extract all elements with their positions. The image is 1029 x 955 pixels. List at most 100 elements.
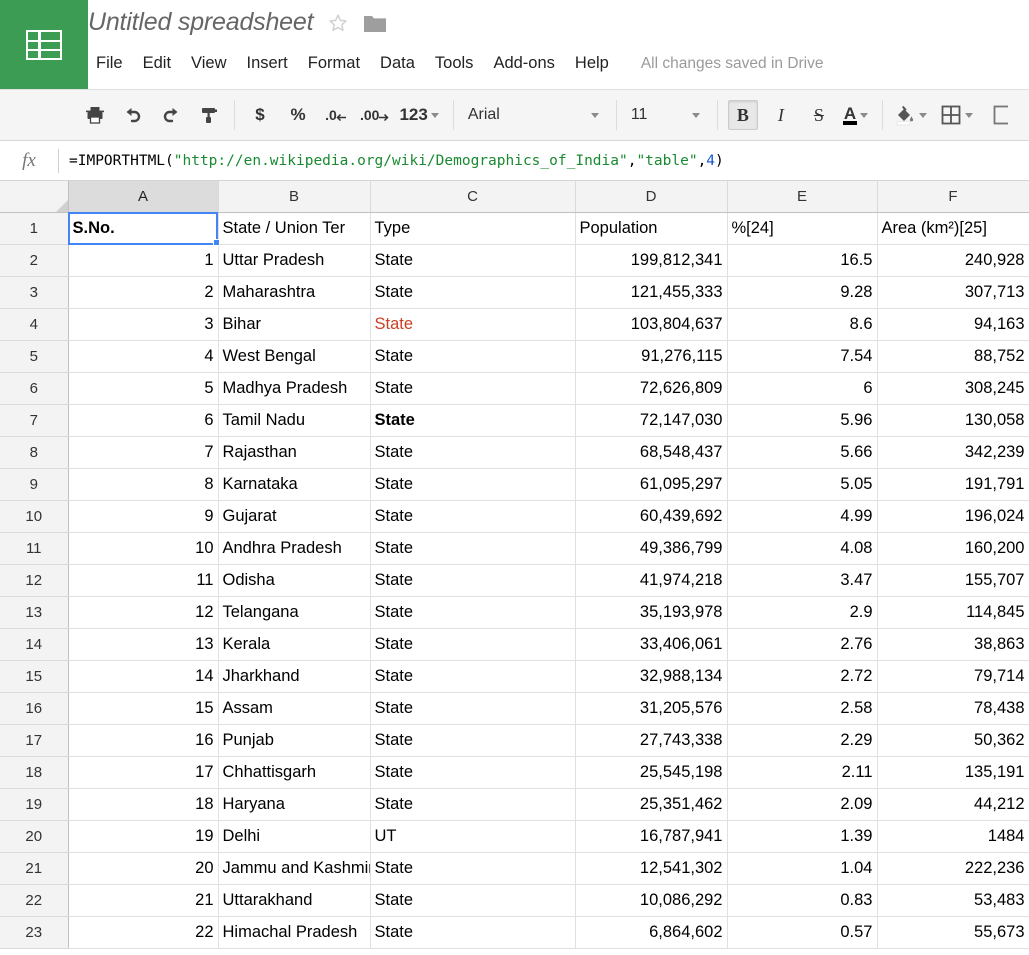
cell-f23[interactable]: 55,673: [877, 916, 1029, 948]
menu-item-file[interactable]: File: [86, 52, 133, 75]
cell-a8[interactable]: 7: [68, 436, 218, 468]
cell-f8[interactable]: 342,239: [877, 436, 1029, 468]
cell-d14[interactable]: 33,406,061: [575, 628, 727, 660]
cell-c7[interactable]: State: [370, 404, 575, 436]
cell-b14[interactable]: Kerala: [218, 628, 370, 660]
menu-item-view[interactable]: View: [181, 52, 236, 75]
row-header[interactable]: 14: [0, 628, 68, 660]
cell-a11[interactable]: 10: [68, 532, 218, 564]
cell-e6[interactable]: 6: [727, 372, 877, 404]
cell-b1[interactable]: State / Union Ter: [218, 212, 370, 244]
cell-a22[interactable]: 21: [68, 884, 218, 916]
cell-f18[interactable]: 135,191: [877, 756, 1029, 788]
cell-f13[interactable]: 114,845: [877, 596, 1029, 628]
cell-f17[interactable]: 50,362: [877, 724, 1029, 756]
cell-d12[interactable]: 41,974,218: [575, 564, 727, 596]
menu-item-addons[interactable]: Add-ons: [483, 52, 564, 75]
cell-c23[interactable]: State: [370, 916, 575, 948]
cell-d22[interactable]: 10,086,292: [575, 884, 727, 916]
cell-c21[interactable]: State: [370, 852, 575, 884]
row-header[interactable]: 13: [0, 596, 68, 628]
cell-c14[interactable]: State: [370, 628, 575, 660]
cell-c2[interactable]: State: [370, 244, 575, 276]
select-all-corner[interactable]: [0, 181, 68, 212]
cell-f3[interactable]: 307,713: [877, 276, 1029, 308]
cell-f1[interactable]: Area (km²)[25]: [877, 212, 1029, 244]
cell-e8[interactable]: 5.66: [727, 436, 877, 468]
row-header[interactable]: 5: [0, 340, 68, 372]
number-format-button[interactable]: 123: [398, 100, 442, 130]
cell-e2[interactable]: 16.5: [727, 244, 877, 276]
row-header[interactable]: 4: [0, 308, 68, 340]
column-header-f[interactable]: F: [877, 181, 1029, 212]
cell-c22[interactable]: State: [370, 884, 575, 916]
row-header[interactable]: 12: [0, 564, 68, 596]
cell-c1[interactable]: Type: [370, 212, 575, 244]
menu-item-tools[interactable]: Tools: [425, 52, 484, 75]
cell-c5[interactable]: State: [370, 340, 575, 372]
italic-button[interactable]: I: [766, 100, 796, 130]
cell-d5[interactable]: 91,276,115: [575, 340, 727, 372]
cell-a1[interactable]: S.No.: [68, 212, 218, 244]
cell-c4[interactable]: State: [370, 308, 575, 340]
cell-b19[interactable]: Haryana: [218, 788, 370, 820]
cell-d16[interactable]: 31,205,576: [575, 692, 727, 724]
cell-f16[interactable]: 78,438: [877, 692, 1029, 724]
cell-b7[interactable]: Tamil Nadu: [218, 404, 370, 436]
cell-a12[interactable]: 11: [68, 564, 218, 596]
cell-d8[interactable]: 68,548,437: [575, 436, 727, 468]
cell-f6[interactable]: 308,245: [877, 372, 1029, 404]
cell-f22[interactable]: 53,483: [877, 884, 1029, 916]
cell-d9[interactable]: 61,095,297: [575, 468, 727, 500]
cell-f19[interactable]: 44,212: [877, 788, 1029, 820]
cell-e22[interactable]: 0.83: [727, 884, 877, 916]
cell-b15[interactable]: Jharkhand: [218, 660, 370, 692]
cell-f20[interactable]: 1484: [877, 820, 1029, 852]
cell-b8[interactable]: Rajasthan: [218, 436, 370, 468]
cell-a6[interactable]: 5: [68, 372, 218, 404]
cell-a23[interactable]: 22: [68, 916, 218, 948]
row-header[interactable]: 21: [0, 852, 68, 884]
cell-c11[interactable]: State: [370, 532, 575, 564]
cell-d20[interactable]: 16,787,941: [575, 820, 727, 852]
cell-e12[interactable]: 3.47: [727, 564, 877, 596]
borders-icon[interactable]: [939, 100, 977, 130]
cell-a14[interactable]: 13: [68, 628, 218, 660]
cell-e20[interactable]: 1.39: [727, 820, 877, 852]
row-header[interactable]: 2: [0, 244, 68, 276]
percent-format-button[interactable]: %: [283, 100, 313, 130]
row-header[interactable]: 9: [0, 468, 68, 500]
row-header[interactable]: 19: [0, 788, 68, 820]
cell-b13[interactable]: Telangana: [218, 596, 370, 628]
row-header[interactable]: 8: [0, 436, 68, 468]
strikethrough-button[interactable]: S: [804, 100, 834, 130]
menu-item-insert[interactable]: Insert: [237, 52, 298, 75]
cell-c9[interactable]: State: [370, 468, 575, 500]
cell-c16[interactable]: State: [370, 692, 575, 724]
cell-c13[interactable]: State: [370, 596, 575, 628]
cell-f10[interactable]: 196,024: [877, 500, 1029, 532]
cell-c19[interactable]: State: [370, 788, 575, 820]
merge-cells-button[interactable]: [985, 100, 1015, 130]
cell-f7[interactable]: 130,058: [877, 404, 1029, 436]
cell-e10[interactable]: 4.99: [727, 500, 877, 532]
cell-d23[interactable]: 6,864,602: [575, 916, 727, 948]
increase-decimal-button[interactable]: .00: [359, 100, 390, 130]
font-size-select[interactable]: 11: [623, 100, 711, 130]
cell-f21[interactable]: 222,236: [877, 852, 1029, 884]
row-header[interactable]: 18: [0, 756, 68, 788]
undo-icon[interactable]: [118, 100, 148, 130]
row-header[interactable]: 6: [0, 372, 68, 404]
cell-f11[interactable]: 160,200: [877, 532, 1029, 564]
spreadsheet-grid[interactable]: A B C D E F 1S.No.State / Union TerTypeP…: [0, 181, 1029, 955]
cell-a4[interactable]: 3: [68, 308, 218, 340]
cell-b21[interactable]: Jammu and Kashmir: [218, 852, 370, 884]
row-header[interactable]: 3: [0, 276, 68, 308]
cell-d3[interactable]: 121,455,333: [575, 276, 727, 308]
cell-e17[interactable]: 2.29: [727, 724, 877, 756]
cell-e5[interactable]: 7.54: [727, 340, 877, 372]
row-header[interactable]: 16: [0, 692, 68, 724]
decrease-decimal-button[interactable]: .0: [321, 100, 351, 130]
cell-c15[interactable]: State: [370, 660, 575, 692]
cell-d15[interactable]: 32,988,134: [575, 660, 727, 692]
